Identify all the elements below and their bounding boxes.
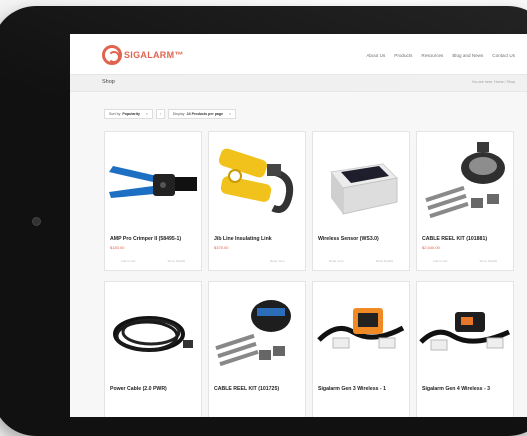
product-grid: AMP Pro Crimper II (58495-1) $183.00 Add…: [104, 131, 524, 417]
cable-reel-icon: [417, 132, 513, 232]
nav-about-us[interactable]: About Us: [366, 53, 385, 58]
product-card[interactable]: CABLE REEL KIT (101725): [208, 281, 306, 417]
logo-text: SIGALARM™: [124, 50, 184, 60]
sort-select[interactable]: Sort by Popularity ▾: [104, 109, 153, 119]
nav-blog-and-news[interactable]: Blog and News: [452, 53, 483, 58]
product-card[interactable]: Sigalarm Gen 4 Wireless - 3: [416, 281, 514, 417]
arrow-up-icon: ↑: [159, 112, 162, 116]
product-name[interactable]: Jib Line Insulating Link: [214, 236, 272, 242]
sort-label: Sort by: [109, 112, 121, 116]
display-label: Display: [172, 112, 185, 116]
breadcrumb: You are here: Home / Shop: [471, 80, 515, 84]
product-name[interactable]: CABLE REEL KIT (101725): [214, 386, 279, 392]
product-card[interactable]: Power Cable (2.0 PWR): [104, 281, 202, 417]
logo-mark-icon: [102, 45, 122, 65]
product-name[interactable]: Sigalarm Gen 4 Wireless - 3: [422, 386, 490, 392]
cable-reel-icon: [209, 282, 305, 382]
product-card[interactable]: Wireless Sensor (WS3.0) Read more Show D…: [312, 131, 410, 271]
title-bar: Shop You are here: Home / Shop: [70, 74, 527, 92]
gen4-wireless-icon: [417, 282, 513, 382]
site-header: SIGALARM™ About Us Products Resources Bl…: [70, 34, 527, 74]
product-name[interactable]: Sigalarm Gen 3 Wireless - 1: [318, 386, 386, 392]
show-details-button[interactable]: Show Details: [479, 259, 497, 263]
read-more-button[interactable]: Read more: [270, 259, 285, 263]
tablet-screen: SIGALARM™ About Us Products Resources Bl…: [70, 34, 527, 417]
nav-products[interactable]: Products: [394, 53, 412, 58]
camera-icon: [32, 217, 41, 226]
product-price: $183.00: [110, 245, 125, 250]
nav-resources[interactable]: Resources: [421, 53, 443, 58]
chevron-down-icon: ▾: [229, 112, 231, 116]
product-name[interactable]: CABLE REEL KIT (101881): [422, 236, 487, 242]
per-page-select[interactable]: Display 24 Products per page ▾: [167, 109, 236, 119]
sort-value: Popularity: [122, 112, 140, 116]
product-name[interactable]: AMP Pro Crimper II (58495-1): [110, 236, 181, 242]
power-cable-icon: [105, 282, 201, 382]
product-price: $2,540.00: [422, 245, 440, 250]
add-to-cart-button[interactable]: Add to cart: [121, 259, 136, 263]
product-name[interactable]: Wireless Sensor (WS3.0): [318, 236, 379, 242]
product-card[interactable]: CABLE REEL KIT (101881) $2,540.00 Add to…: [416, 131, 514, 271]
wireless-sensor-icon: [313, 132, 409, 232]
gen3-wireless-icon: [313, 282, 409, 382]
insulating-link-icon: [209, 132, 305, 232]
chevron-down-icon: ▾: [145, 112, 148, 116]
add-to-cart-button[interactable]: Add to cart: [433, 259, 448, 263]
show-details-button[interactable]: Show Details: [376, 259, 394, 263]
nav-contact-us[interactable]: Contact Us: [492, 53, 515, 58]
product-card[interactable]: AMP Pro Crimper II (58495-1) $183.00 Add…: [104, 131, 202, 271]
product-card[interactable]: Jib Line Insulating Link $375.00 Read mo…: [208, 131, 306, 271]
product-price: $375.00: [214, 245, 229, 250]
logo[interactable]: SIGALARM™: [102, 44, 184, 66]
read-more-button[interactable]: Read more: [329, 259, 344, 263]
main-nav: About Us Products Resources Blog and New…: [366, 53, 515, 58]
per-page-value: 24 Products per page: [186, 112, 224, 116]
sort-direction-button[interactable]: ↑: [155, 109, 165, 119]
shop-toolbar: Sort by Popularity ▾ ↑ Display 24 Produc…: [104, 109, 236, 119]
show-details-button[interactable]: Show Details: [167, 259, 185, 263]
crimper-tool-icon: [105, 132, 201, 232]
product-name[interactable]: Power Cable (2.0 PWR): [110, 386, 167, 392]
product-card[interactable]: Sigalarm Gen 3 Wireless - 1: [312, 281, 410, 417]
page-title: Shop: [102, 79, 115, 85]
